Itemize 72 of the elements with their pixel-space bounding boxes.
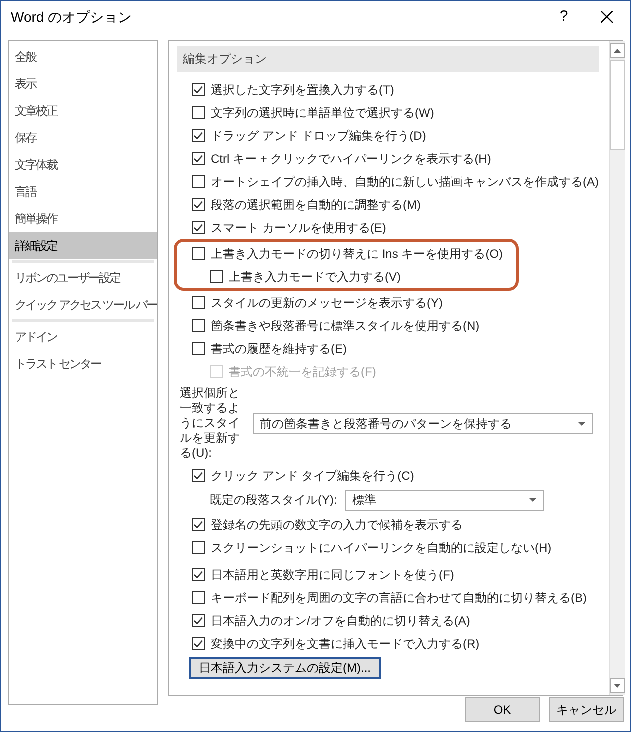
checkbox[interactable]	[192, 129, 206, 142]
cancel-button[interactable]: キャンセル	[549, 697, 624, 722]
close-icon	[601, 11, 613, 23]
checkbox[interactable]	[192, 247, 206, 260]
sidebar-item[interactable]: リボンのユーザー設定	[9, 264, 158, 291]
ok-button[interactable]: OK	[465, 697, 540, 722]
scrollbar[interactable]	[609, 41, 626, 695]
sidebar-item[interactable]: 簡単操作	[9, 205, 158, 232]
checkbox-label: 日本語用と英数字用に同じフォントを使う(F)	[211, 566, 454, 584]
checkbox-label: スタイルの更新のメッセージを表示する(Y)	[211, 294, 444, 312]
sidebar-item[interactable]: 文章校正	[9, 97, 158, 124]
sidebar-item[interactable]: クイック アクセス ツール バー	[9, 291, 158, 318]
checkbox-label: 変換中の文字列を文書に挿入モードで入力する(R)	[211, 636, 480, 652]
checkbox-label: 上書き入力モードで入力する(V)	[229, 268, 402, 286]
style-update-dropdown[interactable]: 前の箇条書きと段落番号のパターンを保持する	[253, 413, 594, 434]
checkbox-label: 段落の選択範囲を自動的に調整する(M)	[211, 196, 422, 214]
checkbox[interactable]	[192, 614, 206, 627]
sidebar-item[interactable]: 保存	[9, 124, 158, 151]
checkbox[interactable]	[192, 83, 206, 96]
sidebar-item[interactable]: アドイン	[9, 323, 158, 350]
sidebar-item[interactable]: 文字体裁	[9, 151, 158, 178]
section-header: 編集オプション	[177, 46, 600, 72]
dropdown-label: 既定の段落スタイル(Y):	[210, 492, 338, 509]
checkbox-label: 上書き入力モードの切り替えに Ins キーを使用する(O)	[211, 246, 504, 262]
sidebar-item[interactable]: 全般	[9, 43, 158, 70]
checkbox[interactable]	[192, 221, 206, 234]
help-button[interactable]: ?	[544, 2, 584, 32]
checkbox[interactable]	[192, 342, 206, 355]
checkbox[interactable]	[192, 469, 206, 482]
checkbox-label: スクリーンショットにハイパーリンクを自動的に設定しない(H)	[211, 540, 552, 556]
checkbox-label: 書式の履歴を維持する(E)	[211, 340, 348, 358]
checkbox-label: 書式の不統一を記録する(F)	[229, 364, 376, 380]
paragraph-style-dropdown[interactable]: 標準	[345, 490, 544, 510]
sidebar-item[interactable]: 表示	[9, 70, 158, 97]
scroll-up-button[interactable]	[610, 43, 626, 58]
checkbox-label: スマート カーソルを使用する(E)	[211, 220, 386, 236]
sidebar-item[interactable]: 詳細設定	[9, 232, 158, 259]
checkbox[interactable]	[192, 175, 206, 188]
checkbox-label: クリック アンド タイプ編集を行う(C)	[211, 468, 414, 484]
dropdown-label: 選択個所と一致するようにスタイルを更新する(U):	[180, 386, 242, 461]
checkbox[interactable]	[192, 296, 206, 309]
sidebar-item[interactable]: トラスト センター	[9, 350, 158, 377]
checkbox-label: キーボード配列を周囲の文字の言語に合わせて自動的に切り替える(B)	[211, 590, 588, 606]
checkbox-label: 文字列の選択時に単語単位で選択する(W)	[211, 104, 434, 122]
dropdown-arrow-icon	[529, 498, 538, 502]
checkbox-label: 箇条書きや段落番号に標準スタイルを使用する(N)	[211, 318, 480, 334]
checkbox[interactable]	[192, 541, 206, 554]
checkbox-label: ドラッグ アンド ドロップ編集を行う(D)	[211, 128, 426, 144]
checkbox-label: Ctrl キー + クリックでハイパーリンクを表示する(H)	[211, 150, 492, 168]
checkbox[interactable]	[192, 591, 206, 604]
checkbox-label: 登録名の先頭の数文字の入力で候補を表示する	[211, 516, 464, 534]
scroll-thumb[interactable]	[610, 60, 626, 150]
checkbox[interactable]	[192, 152, 206, 165]
down-arrow-icon	[614, 684, 622, 688]
window-title: Word のオプション	[11, 8, 132, 26]
checkbox[interactable]	[192, 518, 206, 531]
checkbox[interactable]	[192, 319, 206, 332]
dropdown-arrow-icon	[578, 422, 586, 426]
checkbox[interactable]	[192, 198, 206, 211]
scroll-down-button[interactable]	[610, 678, 626, 693]
sidebar-item[interactable]: 言語	[9, 178, 158, 205]
checkbox-label: 日本語入力のオン/オフを自動的に切り替える(A)	[211, 612, 470, 630]
checkbox[interactable]	[192, 568, 206, 581]
checkbox[interactable]	[192, 106, 206, 119]
checkbox[interactable]	[192, 637, 206, 650]
up-arrow-icon	[614, 48, 622, 52]
ime-settings-button[interactable]: 日本語入力システムの設定(M)...	[189, 657, 382, 679]
checkbox-label: 選択した文字列を置換入力する(T)	[211, 82, 394, 98]
checkbox[interactable]	[210, 270, 224, 283]
checkbox-label: オートシェイプの挿入時、自動的に新しい描画キャンバスを作成する(A)	[211, 174, 600, 190]
dropdown-value: 標準	[352, 492, 378, 509]
dropdown-value: 前の箇条書きと段落番号のパターンを保持する	[260, 416, 514, 432]
